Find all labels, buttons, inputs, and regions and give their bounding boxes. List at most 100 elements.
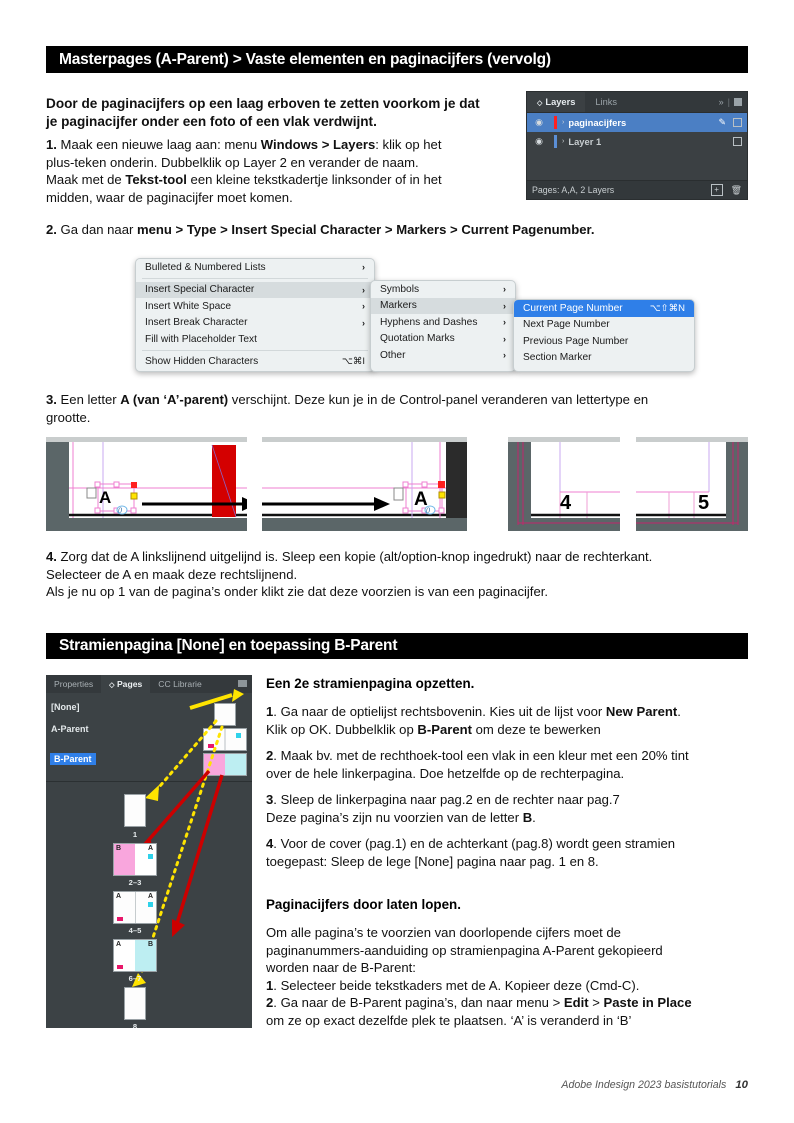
layers-footer-icons: + 🗑 bbox=[710, 184, 742, 196]
tab-links[interactable]: Links bbox=[585, 92, 627, 112]
step-4-line-1: Zorg dat de A linkslijnend uitgelijnd is… bbox=[56, 549, 653, 564]
panel-menu-icon[interactable] bbox=[734, 98, 742, 106]
preview-page-4: 4 bbox=[508, 437, 620, 531]
layer-row-layer-1[interactable]: ◉ › Layer 1 bbox=[527, 132, 747, 151]
menu-item-label: Bulleted & Numbered Lists bbox=[145, 261, 266, 273]
step-3-line-2: grootte. bbox=[46, 409, 91, 425]
menu-item-shortcut: ⌥⌘I bbox=[341, 356, 365, 368]
page-label-2-3: 2–3 bbox=[128, 878, 142, 887]
expand-arrow-icon[interactable]: › bbox=[562, 138, 564, 145]
master-thumb-b-parent[interactable] bbox=[203, 753, 247, 776]
chevron-right-icon: › bbox=[503, 317, 506, 328]
section-1-header: Masterpages (A-Parent) > Vaste elementen… bbox=[46, 46, 748, 73]
eye-icon[interactable]: ◉ bbox=[531, 136, 547, 147]
submenu-item-section-marker[interactable]: Section Marker bbox=[514, 350, 694, 367]
menu-item-label: Insert White Space bbox=[145, 300, 232, 312]
page-thumb-6-7[interactable]: A B bbox=[113, 939, 157, 972]
step-4-paragraph: 4. Zorg dat de A linkslijnend uitgelijnd… bbox=[46, 548, 756, 601]
s2-closing-line3: worden naar de B-Parent: bbox=[266, 960, 416, 976]
tab-caret-icon: ◇ bbox=[537, 100, 543, 107]
s2-step-6-text: . Selecteer beide tekstkaders met de A. … bbox=[273, 977, 640, 993]
panel-divider bbox=[46, 781, 252, 782]
menu-item-insert-white-space[interactable]: Insert White Space › bbox=[136, 298, 374, 315]
chevron-right-icon: › bbox=[503, 333, 506, 344]
layer-name-layer-1: Layer 1 bbox=[568, 136, 602, 147]
menu-item-label: Hyphens and Dashes bbox=[380, 316, 478, 328]
menu-item-fill-placeholder-text[interactable]: Fill with Placeholder Text bbox=[136, 331, 374, 348]
layer-row-icons: ✎ bbox=[718, 117, 742, 128]
submenu-item-symbols[interactable]: Symbols › bbox=[371, 281, 515, 298]
layer-row-paginacijfers[interactable]: ◉ › paginacijfers ✎ bbox=[527, 113, 747, 132]
step-3-text-c: verschijnt. Deze kun je in de Control-pa… bbox=[228, 392, 649, 407]
submenu-item-markers[interactable]: Markers › bbox=[371, 297, 515, 314]
menu-item-label: Show Hidden Characters bbox=[145, 356, 259, 368]
page-thumb-2-3[interactable]: B A bbox=[113, 843, 157, 876]
tab-layers[interactable]: ◇ Layers bbox=[527, 92, 586, 112]
layer-color-swatch bbox=[554, 135, 557, 148]
tab-properties[interactable]: Properties bbox=[46, 675, 101, 693]
master-thumb-a-parent[interactable] bbox=[203, 728, 247, 751]
preview-spread-left: 0 A bbox=[46, 437, 247, 531]
new-layer-icon[interactable]: + bbox=[710, 184, 723, 196]
layers-panel-screenshot: ◇ Layers Links » | ◉ › paginacijfers ✎ ◉ … bbox=[526, 91, 748, 200]
expand-arrow-icon[interactable]: › bbox=[562, 119, 564, 126]
page-letter-6: A bbox=[116, 941, 122, 948]
s2-paste-in-place: Paste in Place bbox=[603, 995, 692, 1011]
eye-icon[interactable]: ◉ bbox=[531, 117, 547, 128]
divider: | bbox=[727, 97, 730, 107]
submenu-item-other[interactable]: Other › bbox=[371, 347, 515, 364]
target-box-icon[interactable] bbox=[733, 137, 742, 146]
page-thumb-4-5[interactable]: A A bbox=[113, 891, 157, 924]
page-thumb-8[interactable] bbox=[124, 987, 146, 1020]
section2-step-4: 4. Voor de cover (pag.1) en de achterkan… bbox=[266, 835, 750, 870]
menu-item-insert-break-character[interactable]: Insert Break Character › bbox=[136, 315, 374, 332]
tab-cc-libraries[interactable]: CC Librarie bbox=[150, 675, 209, 693]
submenu-item-next-page-number[interactable]: Next Page Number bbox=[514, 317, 694, 334]
menu-item-label: Previous Page Number bbox=[523, 335, 629, 347]
tab-pages-label: Pages bbox=[116, 679, 143, 689]
step-3-letter-a: A (van ‘A’-parent) bbox=[120, 392, 229, 407]
page-letter-3: A bbox=[147, 845, 153, 852]
svg-text:A: A bbox=[414, 489, 428, 510]
step-2-paragraph: 2. Ga dan naar menu > Type > Insert Spec… bbox=[46, 221, 746, 239]
s2-step-4-line1: . Voor de cover (pag.1) en de achterkant… bbox=[273, 836, 676, 851]
trash-icon[interactable]: 🗑 bbox=[731, 185, 742, 196]
overflow-chevron-icon[interactable]: » bbox=[719, 92, 724, 112]
step-1-line-3-a: Maak met de bbox=[46, 172, 126, 188]
layers-panel-tabs: ◇ Layers Links » | bbox=[527, 92, 747, 113]
s2-new-parent: New Parent bbox=[605, 704, 678, 719]
subhead-paginacijfers-door-laten-lopen: Paginacijfers door laten lopen. bbox=[266, 897, 461, 912]
step-2-text-a: Ga dan naar bbox=[56, 222, 137, 237]
master-thumb-none[interactable] bbox=[214, 703, 236, 726]
menu-item-label: Insert Special Character bbox=[145, 284, 255, 296]
menu-item-label: Insert Break Character bbox=[145, 317, 248, 329]
pencil-icon[interactable]: ✎ bbox=[718, 117, 726, 128]
master-b-parent[interactable]: B-Parent bbox=[50, 753, 96, 765]
submenu-item-hyphens-and-dashes[interactable]: Hyphens and Dashes › bbox=[371, 314, 515, 331]
menu-item-show-hidden-characters[interactable]: Show Hidden Characters ⌥⌘I bbox=[136, 354, 374, 371]
s2-step-4-line2: toegepast: Sleep de lege [None] pagina n… bbox=[266, 853, 599, 869]
target-box-icon[interactable] bbox=[733, 118, 742, 127]
submenu-item-current-page-number[interactable]: Current Page Number ⌥⇧⌘N bbox=[514, 300, 694, 317]
layer-row-icons bbox=[733, 137, 742, 146]
submenu-item-previous-page-number[interactable]: Previous Page Number bbox=[514, 333, 694, 350]
page-thumb-1[interactable] bbox=[124, 787, 146, 827]
s2-b-parent: B-Parent bbox=[417, 721, 472, 737]
chevron-right-icon: › bbox=[362, 317, 365, 328]
chevron-right-icon: › bbox=[503, 300, 506, 311]
page-footer: Adobe Indesign 2023 basistutorials 10 bbox=[561, 1079, 748, 1091]
insert-special-character-submenu: Symbols › Markers › Hyphens and Dashes ›… bbox=[370, 280, 516, 372]
svg-text:0: 0 bbox=[118, 506, 122, 515]
tab-pages[interactable]: ◇ Pages bbox=[101, 675, 151, 693]
step-1-paragraph: 1. Maak een nieuwe laag aan: menu Window… bbox=[46, 136, 516, 206]
menu-item-label: Quotation Marks bbox=[380, 333, 455, 345]
menu-item-bulleted-numbered-lists[interactable]: Bulleted & Numbered Lists › bbox=[136, 259, 374, 276]
footer-title: Adobe Indesign 2023 basistutorials bbox=[561, 1079, 727, 1091]
submenu-item-quotation-marks[interactable]: Quotation Marks › bbox=[371, 331, 515, 348]
s2-step-3-line1: . Sleep de linkerpagina naar pag.2 en de… bbox=[273, 792, 620, 807]
panel-options-menu-icon[interactable] bbox=[238, 680, 247, 687]
markers-submenu: Current Page Number ⌥⇧⌘N Next Page Numbe… bbox=[513, 299, 695, 372]
step-2-number: 2. bbox=[46, 222, 57, 237]
pages-panel-screenshot: Properties ◇ Pages CC Librarie [None] A-… bbox=[46, 675, 252, 1028]
menu-item-insert-special-character[interactable]: Insert Special Character › bbox=[136, 281, 374, 298]
